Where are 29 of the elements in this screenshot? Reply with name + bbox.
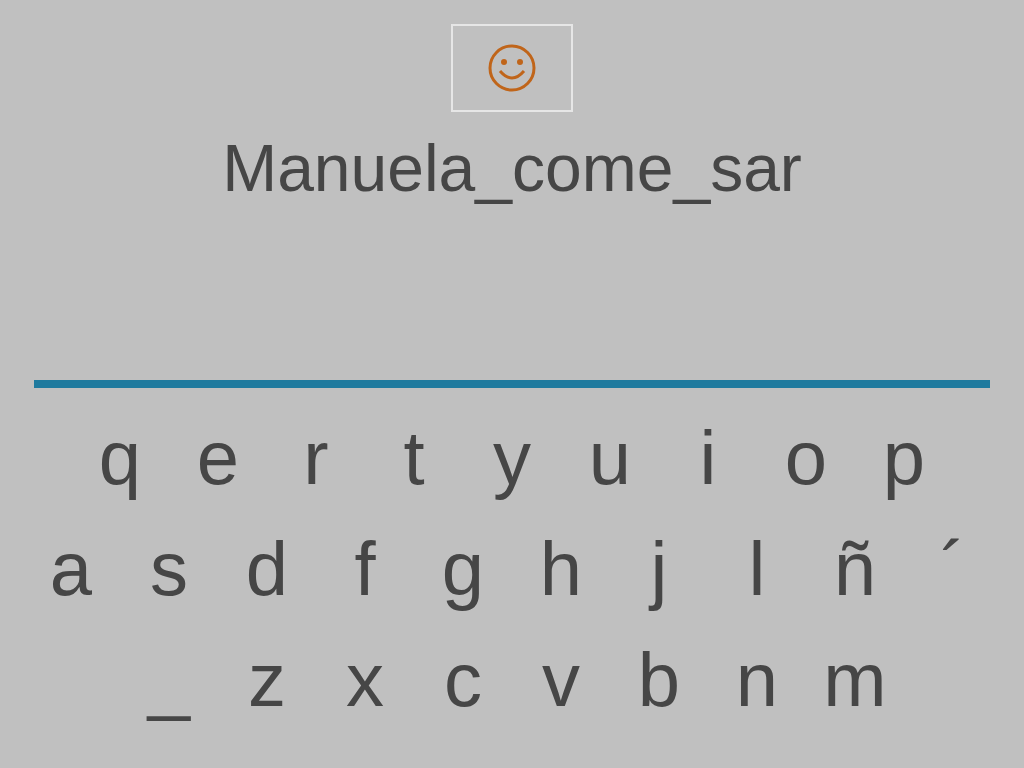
letter-key[interactable]: u [561,407,659,508]
letter-key[interactable]: r [267,407,365,508]
phrase-text: Manuela_come_sar [222,130,802,207]
letter-key[interactable]: t [365,407,463,508]
letter-key[interactable]: ñ [806,518,904,619]
letter-key[interactable]: z [218,629,316,730]
letter-key[interactable]: c [414,629,512,730]
letter-key[interactable]: y [463,407,561,508]
letter-key[interactable]: m [806,629,904,730]
letter-key[interactable]: j [610,518,708,619]
letter-key[interactable]: e [169,407,267,508]
letter-key[interactable]: l [708,518,806,619]
letter-key[interactable]: b [610,629,708,730]
letter-key[interactable]: n [708,629,806,730]
letter-key[interactable]: f [316,518,414,619]
letter-key[interactable]: o [757,407,855,508]
letter-key[interactable]: g [414,518,512,619]
letter-key[interactable]: d [218,518,316,619]
letter-key[interactable]: a [22,518,120,619]
letter-key[interactable]: _ [120,629,218,730]
smiley-icon [487,43,537,93]
letter-key[interactable]: h [512,518,610,619]
letter-key[interactable]: x [316,629,414,730]
letter-key[interactable]: s [120,518,218,619]
letter-key[interactable]: ´ [904,518,1002,619]
letter-key[interactable]: i [659,407,757,508]
letter-key[interactable]: v [512,629,610,730]
letter-key[interactable]: p [855,407,953,508]
letter-key[interactable]: q [71,407,169,508]
